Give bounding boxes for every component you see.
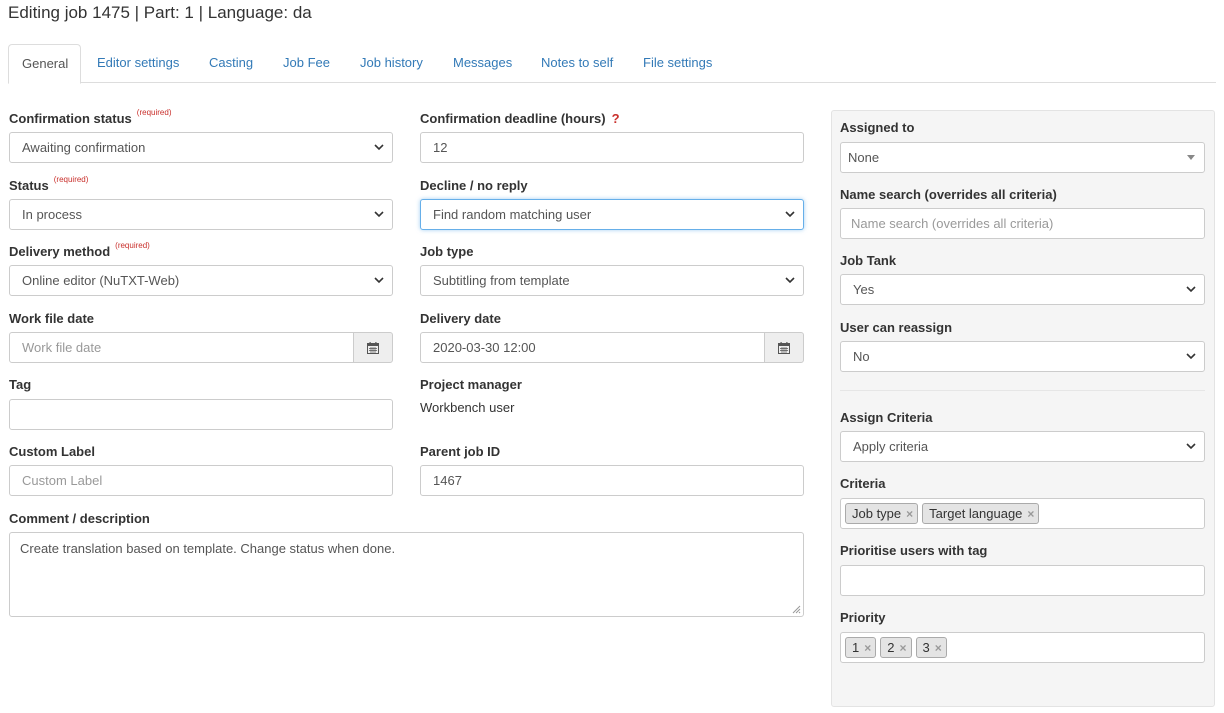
tag-label: Tag — [9, 377, 32, 392]
required-marker: (required) — [115, 241, 150, 250]
tab-bar: General Editor settings Casting Job Fee … — [8, 44, 1216, 84]
tab-job-fee[interactable]: Job Fee — [270, 44, 343, 83]
chevron-down-icon — [374, 133, 384, 162]
chevron-down-icon — [785, 200, 795, 229]
calendar-icon — [778, 341, 790, 354]
work-file-date-input[interactable]: Work file date — [9, 332, 355, 363]
work-file-date-label: Work file date — [9, 311, 95, 326]
status-label: Status (required) — [9, 175, 89, 193]
criteria-tag-target-language: Target language × — [922, 503, 1040, 524]
name-search-label: Name search (overrides all criteria) — [840, 187, 1057, 202]
decline-no-reply-select[interactable]: Find random matching user — [420, 199, 804, 230]
tab-notes-to-self[interactable]: Notes to self — [528, 44, 626, 83]
tab-file-settings[interactable]: File settings — [630, 44, 725, 83]
decline-label: Decline / no reply — [420, 178, 528, 193]
criteria-tag-job-type: Job type × — [845, 503, 919, 524]
project-manager-value: Workbench user — [420, 400, 515, 415]
dropdown-arrow-icon — [1187, 155, 1195, 160]
delivery-date-input[interactable]: 2020-03-30 12:00 — [420, 332, 766, 363]
prioritise-tag-input[interactable] — [840, 565, 1205, 596]
parent-job-id-label: Parent job ID — [420, 444, 501, 459]
custom-label-input[interactable]: Custom Label — [9, 465, 393, 496]
assign-criteria-label: Assign Criteria — [840, 410, 933, 425]
assigned-to-select[interactable]: None — [840, 142, 1205, 173]
delivery-method-label: Delivery method (required) — [9, 241, 150, 259]
job-tank-label: Job Tank — [840, 253, 897, 268]
tab-casting[interactable]: Casting — [196, 44, 266, 83]
assign-criteria-select[interactable]: Apply criteria — [840, 431, 1205, 462]
priority-label: Priority — [840, 610, 886, 625]
confirmation-status-select[interactable]: Awaiting confirmation — [9, 132, 393, 163]
priority-tag-3: 3 × — [915, 637, 947, 658]
job-tank-select[interactable]: Yes — [840, 274, 1205, 305]
prioritise-tag-label: Prioritise users with tag — [840, 543, 988, 558]
calendar-icon — [367, 341, 379, 354]
tab-editor-settings[interactable]: Editor settings — [84, 44, 192, 83]
remove-tag-icon[interactable]: × — [935, 641, 942, 655]
required-marker: (required) — [136, 108, 172, 117]
delivery-date-label: Delivery date — [420, 311, 501, 326]
chevron-down-icon — [374, 266, 384, 295]
assigned-to-label: Assigned to — [840, 120, 915, 135]
criteria-label: Criteria — [840, 476, 886, 491]
remove-tag-icon[interactable]: × — [906, 507, 913, 521]
page-title: Editing job 1475 | Part: 1 | Language: d… — [8, 3, 312, 22]
user-can-reassign-select[interactable]: No — [840, 341, 1205, 372]
priority-tag-2: 2 × — [880, 637, 912, 658]
priority-tag-input[interactable]: 1 × 2 × 3 × — [840, 632, 1205, 663]
delivery-method-select[interactable]: Online editor (NuTXT-Web) — [9, 265, 393, 296]
chevron-down-icon — [1186, 342, 1196, 371]
tab-general[interactable]: General — [8, 44, 81, 84]
chevron-down-icon — [785, 266, 795, 295]
resize-handle-icon[interactable] — [792, 605, 801, 614]
section-divider — [840, 390, 1205, 391]
tab-messages[interactable]: Messages — [440, 44, 525, 83]
remove-tag-icon[interactable]: × — [864, 641, 871, 655]
parent-job-id-input[interactable]: 1467 — [420, 465, 804, 496]
name-search-input[interactable]: Name search (overrides all criteria) — [840, 208, 1205, 239]
chevron-down-icon — [1186, 432, 1196, 461]
help-icon[interactable]: ? — [612, 111, 620, 126]
criteria-tag-input[interactable]: Job type × Target language × — [840, 498, 1205, 529]
priority-tag-1: 1 × — [845, 637, 877, 658]
confirmation-status-label: Confirmation status (required) — [9, 108, 172, 126]
chevron-down-icon — [374, 200, 384, 229]
work-file-date-calendar-button[interactable] — [353, 332, 393, 363]
tab-job-history[interactable]: Job history — [347, 44, 436, 83]
required-marker: (required) — [53, 175, 89, 184]
comment-textarea[interactable]: Create translation based on template. Ch… — [9, 532, 804, 617]
project-manager-label: Project manager — [420, 377, 522, 392]
confirmation-deadline-label: Confirmation deadline (hours)? — [420, 111, 620, 126]
delivery-date-calendar-button[interactable] — [764, 332, 804, 363]
comment-label: Comment / description — [9, 511, 150, 526]
tag-input[interactable] — [9, 399, 393, 430]
confirmation-deadline-input[interactable]: 12 — [420, 132, 804, 163]
status-select[interactable]: In process — [9, 199, 393, 230]
job-type-select[interactable]: Subtitling from template — [420, 265, 804, 296]
remove-tag-icon[interactable]: × — [1027, 507, 1034, 521]
job-type-label: Job type — [420, 244, 474, 259]
custom-label-label: Custom Label — [9, 444, 95, 459]
user-can-reassign-label: User can reassign — [840, 320, 953, 335]
remove-tag-icon[interactable]: × — [899, 641, 906, 655]
chevron-down-icon — [1186, 275, 1196, 304]
